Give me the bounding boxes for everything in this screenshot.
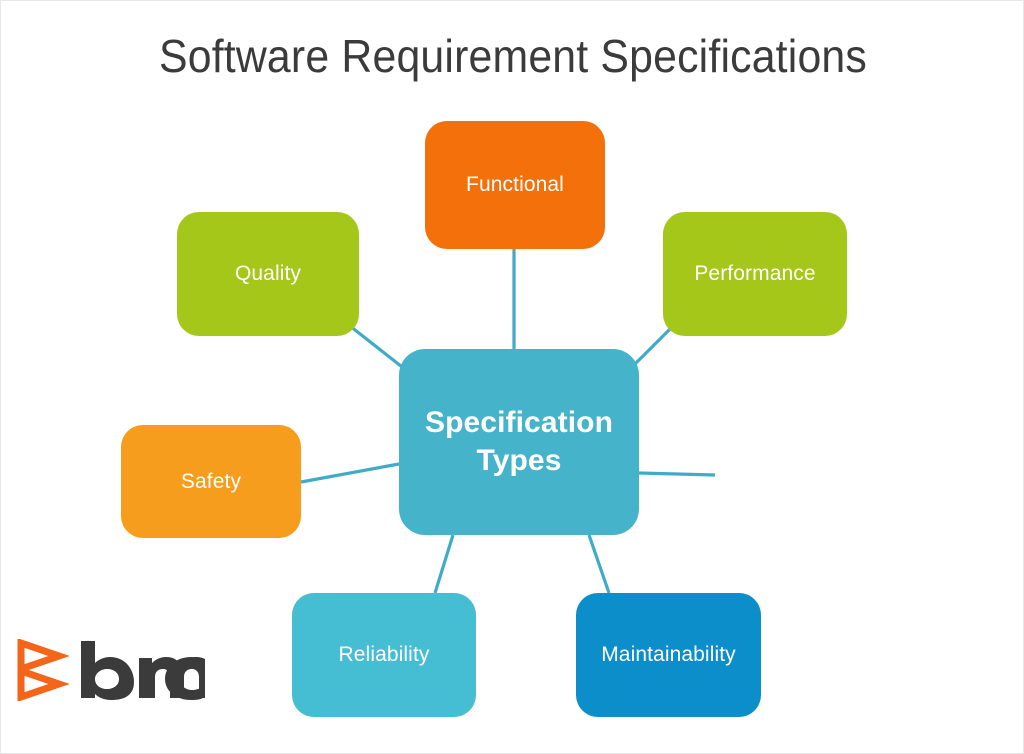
node-label: Interface [765,464,849,488]
bmc-logo [15,633,205,707]
node-label: Maintainability [601,643,736,667]
node-label: Specification Types [424,405,613,477]
node-label: Performance [694,262,816,286]
node-label: Safety [180,469,242,493]
diagram-canvas: Software Requirement Specifications Func… [0,0,1024,754]
bmc-mark-icon [17,639,70,701]
node-interface[interactable]: Interface [715,414,899,538]
node-reliability[interactable]: Reliability [292,593,476,717]
node-quality[interactable]: Quality [177,212,359,336]
connector-reliability [433,534,455,594]
node-maintainability[interactable]: Maintainability [576,593,761,717]
node-safety[interactable]: Safety [121,425,301,538]
node-performance[interactable]: Performance [663,212,847,336]
node-label: Quality [234,262,302,286]
node-label: Functional [466,173,564,197]
connector-interface [638,471,716,477]
node-label: Reliability [338,643,430,667]
node-functional[interactable]: Functional [425,121,605,249]
node-specification-types[interactable]: Specification Types [399,349,639,535]
connector-safety [300,462,400,484]
connector-maintainability [587,534,611,594]
